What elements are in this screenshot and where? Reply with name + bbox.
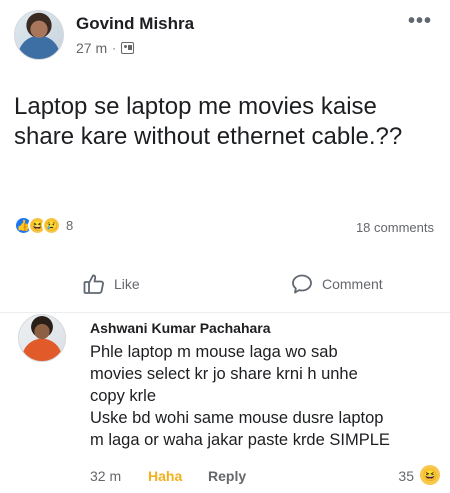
post-time[interactable]: 27 m — [76, 40, 107, 56]
post-text: Laptop se laptop me movies kaise share k… — [14, 93, 403, 150]
post-actions: Like Comment — [0, 268, 450, 300]
comment-reaction-button[interactable]: Haha — [148, 468, 182, 484]
sad-reaction-icon: 😢 — [42, 216, 61, 235]
comment-line: m laga or waha jakar paste krde SIMPLE — [90, 431, 390, 449]
commenter-avatar[interactable] — [18, 314, 66, 362]
comment-line: copy krle — [90, 387, 157, 405]
comment-label: Comment — [322, 276, 383, 292]
comment-line: Phle laptop m mouse laga wo sab — [90, 343, 338, 361]
privacy-icon — [121, 42, 135, 54]
comment-line: Uske bd wohi same mouse dusre laptop — [90, 409, 384, 427]
author-name[interactable]: Govind Mishra — [76, 14, 194, 34]
reaction-count: 8 — [66, 218, 74, 233]
comment-reaction-count[interactable]: 35 — [398, 468, 414, 484]
thumbs-up-icon — [82, 272, 106, 296]
comment-line: movies select kr jo share krni h unhe — [90, 365, 358, 383]
commenter-name[interactable]: Ashwani Kumar Pachahara — [90, 320, 271, 336]
post-header: Govind Mishra 27 m · ••• — [14, 10, 436, 62]
more-options-icon[interactable]: ••• — [408, 10, 432, 33]
comment-button[interactable]: Comment — [290, 272, 383, 296]
comments-count[interactable]: 18 comments — [356, 220, 434, 235]
reply-button[interactable]: Reply — [208, 468, 246, 484]
comment-text: Phle laptop m mouse laga wo sab movies s… — [90, 341, 436, 451]
divider — [0, 312, 450, 313]
comment-time[interactable]: 32 m — [90, 468, 121, 484]
meta-separator: · — [112, 41, 117, 55]
like-button[interactable]: Like — [82, 272, 140, 296]
haha-reaction-icon: 😆 — [420, 465, 440, 485]
reactions-summary[interactable]: 👍 😆 😢 8 — [14, 216, 73, 235]
post-meta: 27 m · — [76, 40, 135, 56]
author-avatar[interactable] — [14, 10, 64, 60]
like-label: Like — [114, 276, 140, 292]
comment-bubble-icon — [290, 272, 314, 296]
